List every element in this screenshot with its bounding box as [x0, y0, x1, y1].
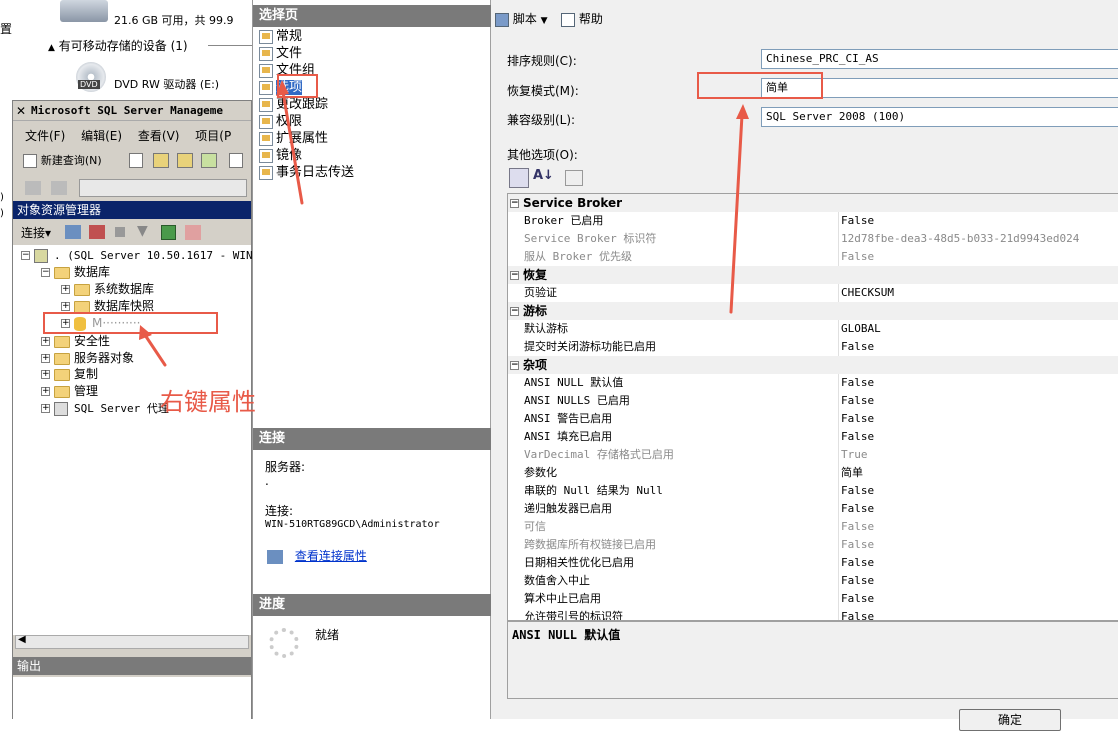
arrow-to-options-page: [281, 90, 304, 205]
arrowhead-recovery: [736, 104, 749, 119]
arrow-to-database: [143, 333, 167, 367]
arrow-to-recovery: [729, 113, 744, 314]
arrowhead-options-page: [276, 80, 289, 96]
annotation-arrows: [139, 80, 749, 367]
